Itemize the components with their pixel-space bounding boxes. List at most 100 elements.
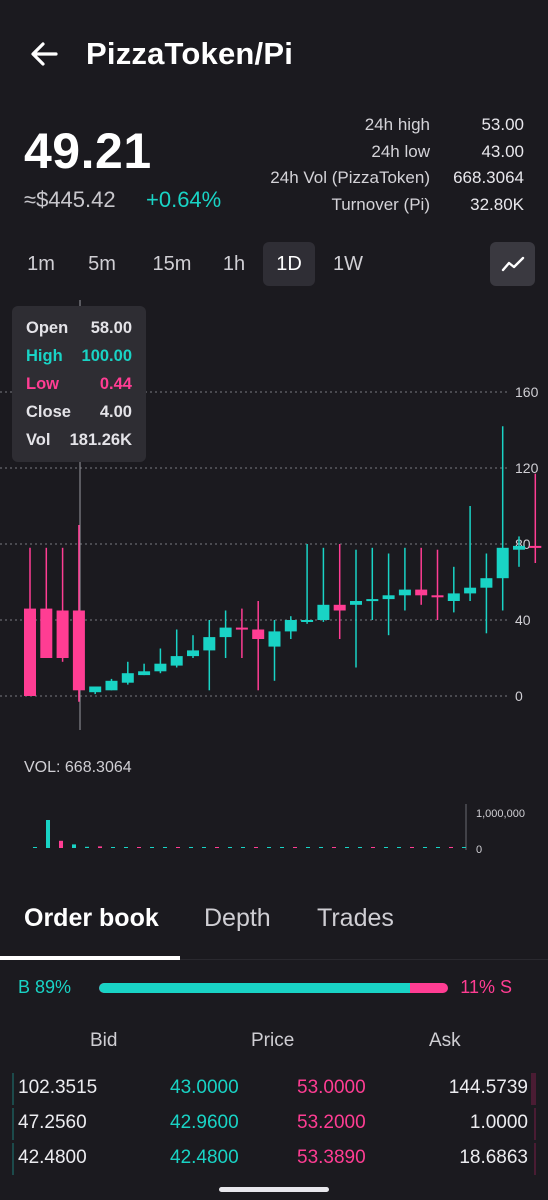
volume-chart: 1,000,000 0 bbox=[33, 804, 525, 856]
candle-body bbox=[252, 629, 265, 639]
interval-1m[interactable]: 1m bbox=[20, 242, 62, 286]
stat-24h-high: 24h high 53.00 bbox=[240, 112, 524, 139]
candle-body bbox=[154, 663, 167, 672]
stat-24h-low: 24h low 43.00 bbox=[240, 139, 524, 166]
candle-body bbox=[398, 589, 411, 596]
candle-body bbox=[529, 545, 542, 548]
interval-15m[interactable]: 15m bbox=[146, 242, 198, 286]
tab-depth[interactable]: Depth bbox=[204, 904, 271, 933]
volume-bar bbox=[137, 847, 141, 848]
volume-bar bbox=[241, 847, 245, 848]
stat-label: 24h Vol (PizzaToken) bbox=[270, 168, 430, 188]
candle-body bbox=[105, 680, 118, 691]
ask-price: 53.2000 bbox=[297, 1112, 366, 1133]
market-stats: 24h high 53.00 24h low 43.00 24h Vol (Pi… bbox=[240, 112, 524, 218]
tab-order-book[interactable]: Order book bbox=[24, 904, 159, 933]
ask-depth-bar bbox=[534, 1143, 536, 1175]
volume-bar bbox=[345, 847, 349, 848]
ask-price: 53.0000 bbox=[297, 1077, 366, 1098]
usd-price: ≈$445.42 bbox=[24, 187, 116, 212]
interval-selector: 1m 5m 15m 1h 1D 1W bbox=[14, 242, 535, 288]
candle-body bbox=[187, 650, 199, 657]
orderbook-row[interactable]: 47.2560 42.9600 53.2000 1.0000 bbox=[0, 1108, 548, 1143]
home-indicator[interactable] bbox=[219, 1187, 329, 1192]
pair-title: PizzaToken/Pi bbox=[86, 36, 294, 71]
interval-5m[interactable]: 5m bbox=[80, 242, 124, 286]
volume-bar bbox=[293, 847, 297, 848]
tooltip-close: Close 4.00 bbox=[26, 398, 132, 426]
stat-turnover: Turnover (Pi) 32.80K bbox=[240, 192, 524, 219]
interval-1d[interactable]: 1D bbox=[263, 242, 315, 286]
candle-body bbox=[350, 601, 362, 605]
volume-bar bbox=[124, 847, 128, 848]
volume-bar bbox=[85, 846, 89, 848]
tooltip-value: 0.44 bbox=[99, 375, 132, 393]
volume-tick-label: 0 bbox=[476, 844, 482, 856]
volume-bar bbox=[98, 846, 102, 848]
candle-body bbox=[24, 608, 36, 696]
candle-body bbox=[268, 631, 281, 647]
ask-amount: 144.5739 bbox=[448, 1077, 528, 1098]
candle-body bbox=[464, 587, 477, 594]
volume-bar bbox=[462, 847, 466, 848]
stat-24h-volume: 24h Vol (PizzaToken) 668.3064 bbox=[240, 165, 524, 192]
orderbook-header: Bid Price Ask bbox=[0, 1030, 548, 1056]
volume-bar bbox=[397, 847, 401, 848]
candle-body bbox=[301, 620, 314, 622]
tooltip-open: Open 58.00 bbox=[26, 314, 132, 342]
candle-body bbox=[72, 610, 85, 691]
volume-bar bbox=[176, 847, 180, 848]
volume-bar bbox=[46, 820, 50, 848]
candle-body bbox=[203, 637, 216, 651]
candle-body bbox=[138, 671, 151, 676]
tooltip-value: 4.00 bbox=[99, 403, 132, 421]
y-tick-label: 160 bbox=[515, 384, 539, 400]
ask-depth-bar bbox=[534, 1108, 536, 1140]
candle-body bbox=[121, 673, 134, 683]
volume-bar bbox=[267, 847, 271, 848]
top-bar: PizzaToken/Pi bbox=[0, 0, 548, 110]
candle-body bbox=[56, 610, 69, 658]
buy-sell-ratio: B 89% 11% S bbox=[0, 975, 548, 1003]
line-chart-toggle[interactable] bbox=[490, 242, 535, 286]
tooltip-label: Close bbox=[26, 403, 71, 421]
candle-body bbox=[366, 599, 379, 602]
tooltip-value: 58.00 bbox=[90, 319, 132, 337]
tooltip-high: High 100.00 bbox=[26, 342, 132, 370]
candle-tooltip: Open 58.00 High 100.00 Low 0.44 Close 4.… bbox=[12, 306, 146, 462]
volume-bar bbox=[215, 847, 219, 848]
candle-body bbox=[447, 593, 460, 601]
back-arrow-icon[interactable] bbox=[26, 36, 62, 72]
price-column-header: Price bbox=[251, 1030, 295, 1051]
y-tick-label: 120 bbox=[515, 460, 539, 476]
candle-body bbox=[513, 545, 525, 550]
ask-depth-bar bbox=[530, 1073, 536, 1105]
orderbook-row[interactable]: 102.3515 43.0000 53.0000 144.5739 bbox=[0, 1073, 548, 1108]
candle-body bbox=[333, 604, 346, 611]
tooltip-label: High bbox=[26, 347, 63, 365]
market-tabs: Order book Depth Trades bbox=[12, 900, 536, 962]
candle-body bbox=[170, 656, 183, 666]
bid-price: 42.4800 bbox=[170, 1147, 239, 1168]
volume-bar bbox=[111, 847, 115, 848]
bid-amount: 47.2560 bbox=[18, 1112, 87, 1133]
orderbook-rows: 102.3515 43.0000 53.0000 144.5739 47.256… bbox=[0, 1073, 548, 1178]
volume-bar bbox=[319, 847, 323, 848]
bid-depth-bar bbox=[12, 1143, 15, 1175]
interval-1h[interactable]: 1h bbox=[216, 242, 252, 286]
volume-tick-label: 1,000,000 bbox=[476, 808, 525, 820]
volume-bar bbox=[358, 847, 362, 848]
candle-body bbox=[89, 686, 102, 693]
sell-ratio-label: 11% S bbox=[460, 977, 512, 997]
stat-label: 24h high bbox=[364, 115, 430, 135]
orderbook-row[interactable]: 42.4800 42.4800 53.3890 18.6863 bbox=[0, 1143, 548, 1178]
volume-bar bbox=[384, 847, 388, 848]
candle-body bbox=[480, 578, 493, 588]
active-tab-indicator bbox=[0, 956, 180, 960]
interval-1w[interactable]: 1W bbox=[326, 242, 370, 286]
tab-trades[interactable]: Trades bbox=[317, 904, 394, 933]
volume-bar bbox=[280, 847, 284, 848]
candle-body bbox=[235, 627, 248, 630]
volume-bar bbox=[410, 847, 414, 848]
ask-column-header: Ask bbox=[429, 1030, 461, 1051]
